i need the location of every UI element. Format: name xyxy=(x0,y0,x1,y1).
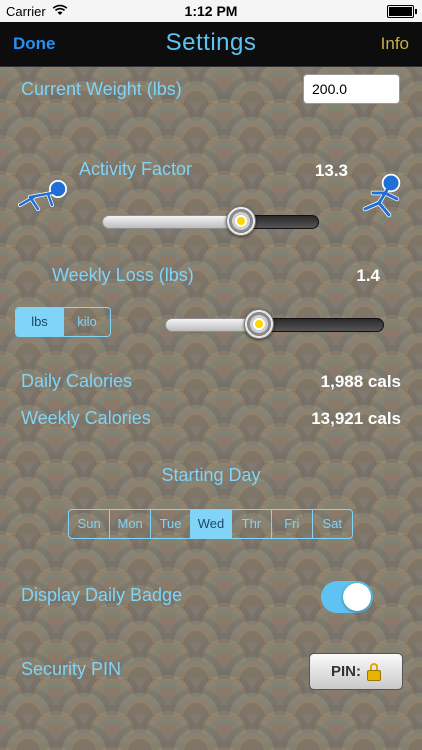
pin-button[interactable]: PIN: xyxy=(309,653,403,690)
units-segmented-control[interactable]: lbs kilo xyxy=(15,307,111,337)
weight-label: Current Weight (lbs) xyxy=(21,79,182,99)
pin-button-label: PIN: xyxy=(331,663,361,680)
daily-calories-value: 1,988 cals xyxy=(320,372,401,391)
page-title: Settings xyxy=(165,29,257,56)
day-option-sun[interactable]: Sun xyxy=(69,510,109,538)
status-bar: Carrier 1:12 PM xyxy=(0,0,422,22)
info-button[interactable]: Info xyxy=(381,34,409,54)
daily-calories-label: Daily Calories xyxy=(21,371,133,391)
day-option-thr[interactable]: Thr xyxy=(230,510,271,538)
day-option-mon[interactable]: Mon xyxy=(109,510,149,538)
battery-icon xyxy=(387,5,417,18)
weekly-loss-value: 1.4 xyxy=(356,266,380,285)
weight-input[interactable]: 200.0 xyxy=(303,74,400,104)
running-person-icon xyxy=(355,173,405,228)
unit-option-kilo[interactable]: kilo xyxy=(63,308,110,336)
day-option-sat[interactable]: Sat xyxy=(311,510,352,538)
activity-label: Activity Factor xyxy=(79,159,193,179)
status-time: 1:12 PM xyxy=(184,3,238,19)
lock-icon xyxy=(367,662,381,681)
day-option-tue[interactable]: Tue xyxy=(149,510,190,538)
settings-content: Current Weight (lbs) 200.0 Activity Fact… xyxy=(0,67,422,750)
crawling-person-icon xyxy=(12,177,70,222)
weekly-calories-value: 13,921 cals xyxy=(311,409,401,428)
weekly-loss-slider-max-track xyxy=(259,318,384,332)
starting-day-label: Starting Day xyxy=(161,465,261,485)
toggle-knob xyxy=(343,583,371,611)
daily-badge-toggle[interactable] xyxy=(321,581,373,613)
activity-slider-thumb[interactable] xyxy=(226,206,256,236)
activity-value: 13.3 xyxy=(314,161,348,180)
activity-slider-min-track xyxy=(102,215,241,229)
weekly-loss-slider[interactable] xyxy=(165,309,384,339)
day-option-fri[interactable]: Fri xyxy=(271,510,311,538)
weekly-calories-label: Weekly Calories xyxy=(21,408,151,428)
weekly-loss-slider-thumb[interactable] xyxy=(244,309,274,339)
weekly-loss-label: Weekly Loss (lbs) xyxy=(52,265,194,285)
starting-day-segmented-control[interactable]: Sun Mon Tue Wed Thr Fri Sat xyxy=(68,509,353,539)
daily-badge-label: Display Daily Badge xyxy=(21,585,183,605)
security-pin-label: Security PIN xyxy=(21,659,122,679)
navigation-bar: Done Settings Info xyxy=(0,22,422,67)
activity-slider[interactable] xyxy=(102,206,319,236)
day-option-wed[interactable]: Wed xyxy=(190,510,231,538)
unit-option-lbs[interactable]: lbs xyxy=(16,308,63,336)
